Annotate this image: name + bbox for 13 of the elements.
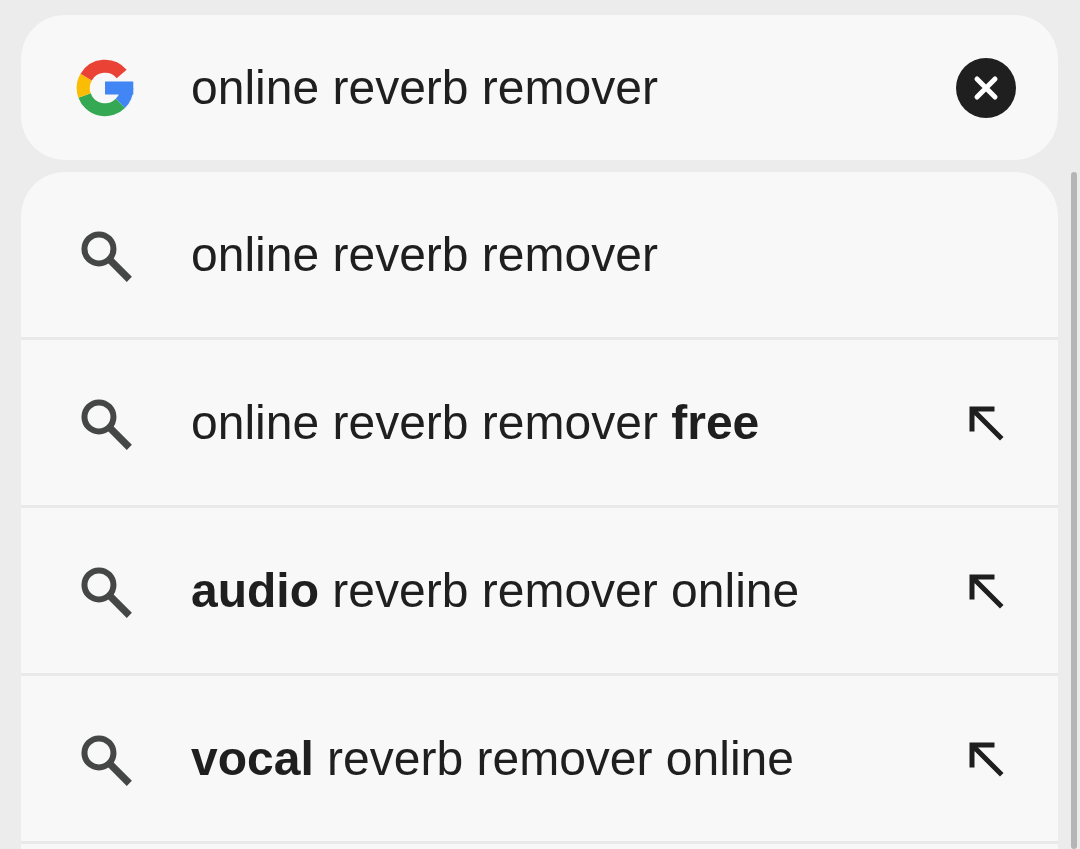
- suggestion-text: online reverb remover: [191, 227, 659, 282]
- suggestion-item[interactable]: audio reverb remover online: [21, 508, 1058, 676]
- suggestion-item[interactable]: online reverb remover free: [21, 340, 1058, 508]
- logo-icon: [76, 58, 134, 117]
- suggestion-item[interactable]: vocal reverb remover online: [21, 676, 1058, 844]
- suggestion-text: audio reverb remover online: [191, 563, 801, 618]
- suggestion-item[interactable]: online reverb remover: [21, 172, 1058, 340]
- search-text[interactable]: online reverb remover: [191, 60, 956, 115]
- scrollbar[interactable]: [1071, 172, 1077, 849]
- search-field[interactable]: online reverb remover: [21, 15, 1058, 160]
- clear-button[interactable]: [956, 57, 1016, 118]
- suggestion-text: vocal reverb remover online: [191, 731, 795, 786]
- suggestion-text: online reverb remover free: [191, 395, 761, 450]
